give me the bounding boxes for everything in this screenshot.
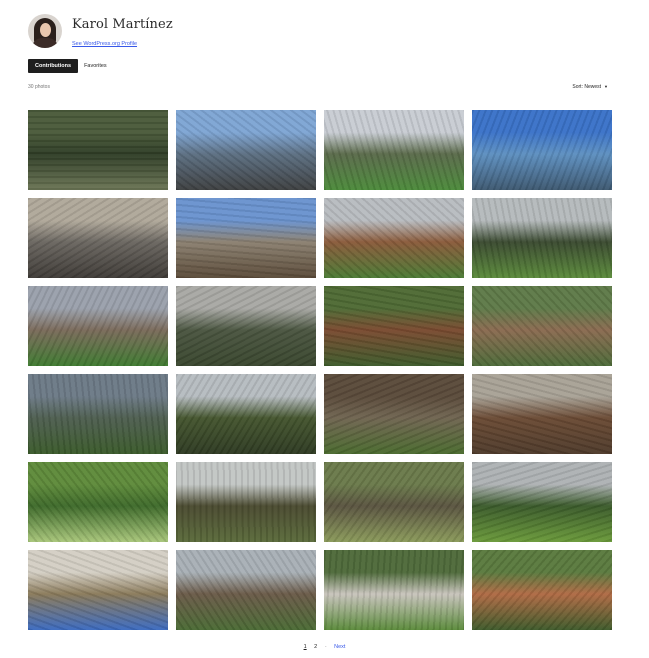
photo-thumbnail[interactable] — [324, 462, 464, 542]
photo-thumbnail[interactable] — [324, 286, 464, 366]
pagination-separator: - — [324, 644, 327, 650]
photo-thumbnail[interactable] — [28, 286, 168, 366]
photo-thumbnail[interactable] — [472, 374, 612, 454]
avatar[interactable] — [28, 14, 62, 48]
profile-link[interactable]: See WordPress.org Profile — [72, 41, 137, 47]
profile-info: Karol Martínez See WordPress.org Profile — [72, 14, 173, 50]
chevron-down-icon: ▼ — [604, 84, 608, 89]
photo-thumbnail[interactable] — [176, 374, 316, 454]
pagination: 1 2 - Next — [0, 644, 649, 650]
photo-thumbnail[interactable] — [28, 550, 168, 630]
photo-thumbnail[interactable] — [472, 110, 612, 190]
photo-thumbnail[interactable] — [472, 286, 612, 366]
photo-thumbnail[interactable] — [176, 198, 316, 278]
photo-thumbnail[interactable] — [324, 374, 464, 454]
photo-thumbnail[interactable] — [472, 198, 612, 278]
photo-thumbnail[interactable] — [324, 550, 464, 630]
photo-thumbnail[interactable] — [324, 198, 464, 278]
photo-thumbnail[interactable] — [176, 110, 316, 190]
sort-label: Sort: Newest — [572, 84, 602, 90]
tab-favorites[interactable]: Favorites — [84, 63, 107, 69]
photo-thumbnail[interactable] — [324, 110, 464, 190]
next-page-link[interactable]: Next — [334, 644, 345, 650]
photo-thumbnail[interactable] — [28, 198, 168, 278]
photo-grid — [28, 110, 614, 630]
photo-thumbnail[interactable] — [28, 374, 168, 454]
sort-dropdown[interactable]: Sort: Newest ▼ — [572, 84, 608, 90]
photo-thumbnail[interactable] — [176, 550, 316, 630]
page-1-link[interactable]: 1 — [304, 644, 307, 650]
tabs: Contributions Favorites — [28, 59, 107, 73]
photo-thumbnail[interactable] — [28, 462, 168, 542]
photo-thumbnail[interactable] — [28, 110, 168, 190]
photo-thumbnail[interactable] — [176, 286, 316, 366]
photo-count: 30 photos — [28, 84, 50, 90]
photo-thumbnail[interactable] — [472, 550, 612, 630]
tab-contributions[interactable]: Contributions — [28, 59, 79, 73]
profile-name: Karol Martínez — [72, 17, 173, 32]
photo-thumbnail[interactable] — [176, 462, 316, 542]
photo-thumbnail[interactable] — [472, 462, 612, 542]
profile-header: Karol Martínez See WordPress.org Profile — [28, 14, 173, 50]
page-2-link[interactable]: 2 — [314, 644, 317, 650]
